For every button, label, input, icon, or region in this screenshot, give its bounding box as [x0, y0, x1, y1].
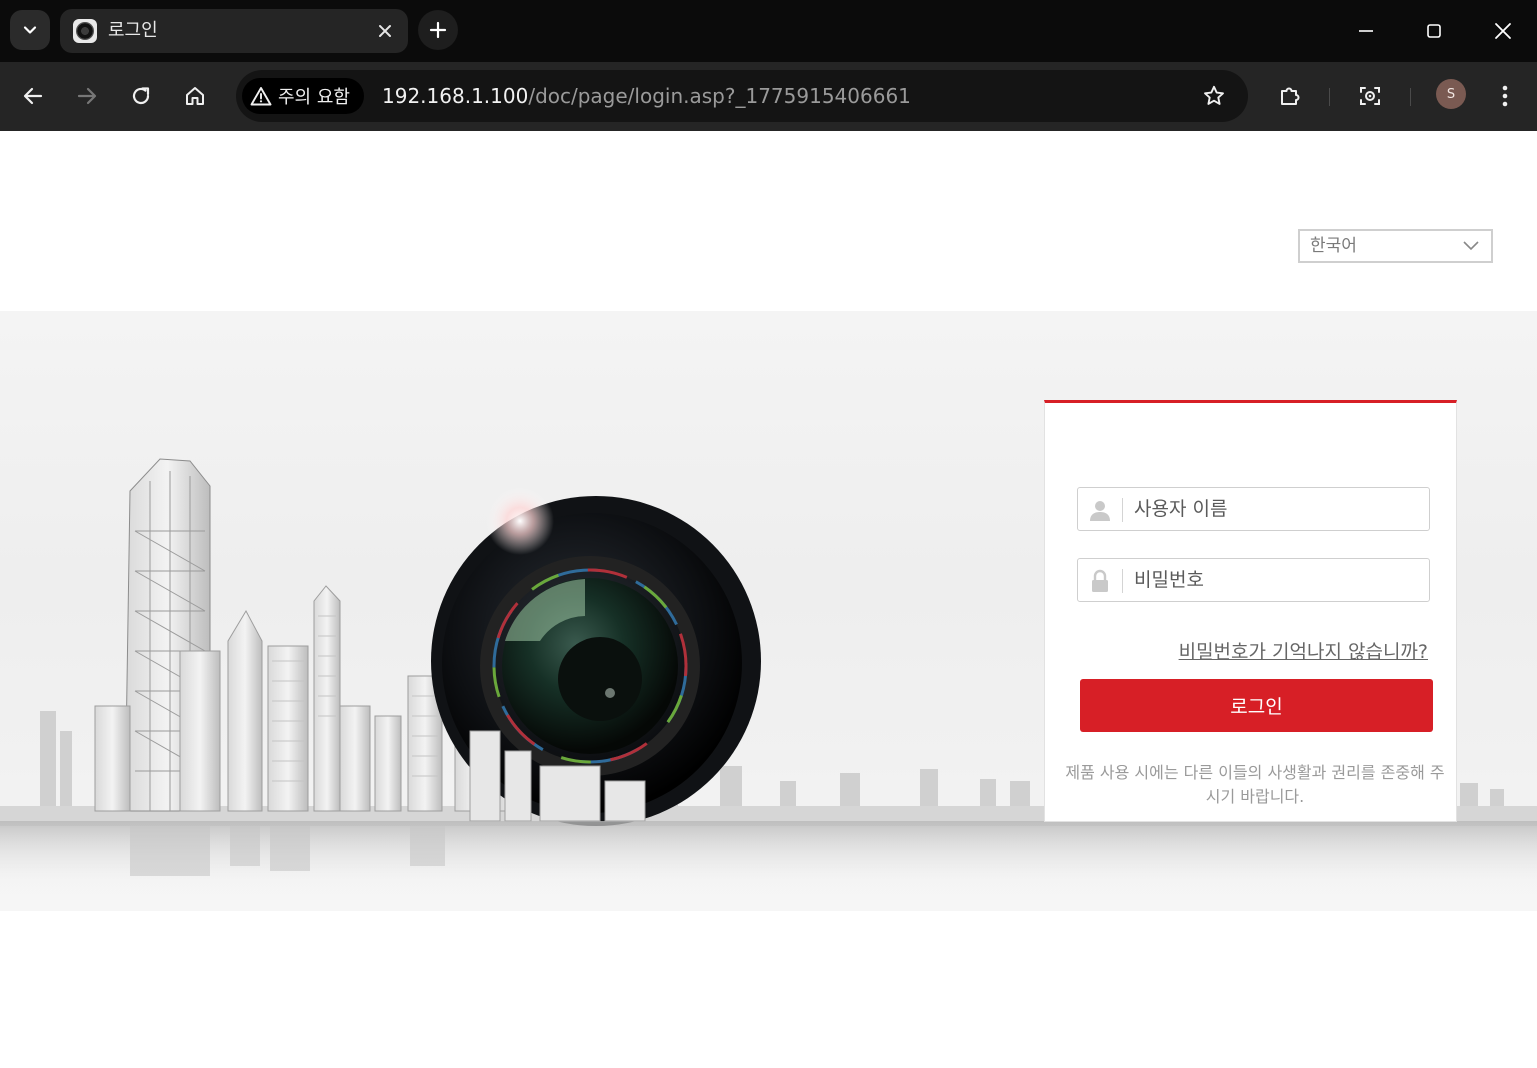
tab-strip: 로그인: [0, 0, 1537, 62]
extensions-button[interactable]: [1269, 75, 1311, 117]
bookmark-button[interactable]: [1200, 82, 1228, 110]
arrow-left-icon: [23, 87, 43, 105]
url-path: /doc/page/login.asp?_1775915406661: [528, 84, 911, 108]
password-field[interactable]: [1077, 558, 1430, 602]
lock-icon: [1086, 567, 1114, 595]
camera-lens-icon: [73, 19, 97, 43]
arrow-right-icon: [77, 87, 97, 105]
maximize-icon: [1427, 24, 1441, 38]
puzzle-icon: [1281, 87, 1300, 105]
new-tab-button[interactable]: [418, 10, 458, 50]
chevron-down-icon: [1463, 241, 1479, 251]
toolbar-separator: [1410, 88, 1411, 106]
field-divider: [1122, 498, 1123, 522]
warning-triangle-icon: [250, 87, 272, 106]
security-chip-label: 주의 요함: [278, 87, 350, 108]
url-host: 192.168.1.100: [382, 84, 529, 108]
browser-toolbar: 주의 요함 192.168.1.100/doc/page/login.asp?_…: [0, 62, 1537, 131]
minimize-icon: [1359, 30, 1373, 32]
login-panel: 비밀번호가 기억나지 않습니까? 로그인 제품 사용 시에는 다른 이들의 사생…: [1044, 400, 1457, 822]
profile-avatar[interactable]: S: [1436, 79, 1466, 109]
star-icon: [1204, 85, 1224, 105]
privacy-notice: 제품 사용 시에는 다른 이들의 사생활과 권리를 존중해 주시기 바랍니다.: [1065, 763, 1445, 806]
close-icon: [1495, 23, 1511, 39]
url-text[interactable]: 192.168.1.100/doc/page/login.asp?_177591…: [382, 82, 911, 110]
tab-title: 로그인: [108, 20, 158, 41]
minimize-button[interactable]: [1332, 0, 1400, 62]
home-icon: [186, 87, 204, 105]
language-select[interactable]: 한국어: [1298, 229, 1493, 263]
back-button[interactable]: [12, 75, 54, 117]
address-bar[interactable]: 주의 요함 192.168.1.100/doc/page/login.asp?_…: [236, 70, 1248, 122]
plus-icon: [429, 21, 447, 39]
screenshot-search-icon: [1360, 87, 1380, 105]
toolbar-separator: [1329, 88, 1330, 106]
reload-button[interactable]: [120, 75, 162, 117]
forward-button[interactable]: [66, 75, 108, 117]
user-icon: [1086, 496, 1114, 524]
page-content: 한국어 사용자 이름 비밀번호가 기억나지 않습니까? 로그인 제품 사용 시에…: [0, 131, 1537, 1068]
tab-close-button[interactable]: [374, 20, 396, 42]
lens-screenshot-button[interactable]: [1349, 75, 1391, 117]
home-button[interactable]: [174, 75, 216, 117]
more-vertical-icon: [1502, 85, 1508, 107]
window-close-button[interactable]: [1469, 0, 1537, 62]
language-select-value: 한국어: [1310, 236, 1357, 256]
login-button[interactable]: 로그인: [1080, 679, 1433, 732]
browser-tab[interactable]: 로그인: [60, 9, 408, 53]
forgot-password-link[interactable]: 비밀번호가 기억나지 않습니까?: [1179, 637, 1428, 664]
password-input[interactable]: [1134, 565, 1414, 595]
close-icon: [379, 25, 391, 37]
maximize-button[interactable]: [1400, 0, 1468, 62]
menu-button[interactable]: [1484, 75, 1526, 117]
tab-search-button[interactable]: [10, 10, 50, 50]
security-warning-chip[interactable]: 주의 요함: [242, 78, 364, 114]
username-field[interactable]: [1077, 487, 1430, 531]
browser-window: 로그인 주의 요함 192.168.1.100/doc/page/login.a…: [0, 0, 1537, 1068]
field-divider: [1122, 569, 1123, 593]
chevron-down-icon: [23, 26, 37, 34]
reload-icon: [132, 87, 150, 105]
username-input[interactable]: [1134, 494, 1414, 524]
